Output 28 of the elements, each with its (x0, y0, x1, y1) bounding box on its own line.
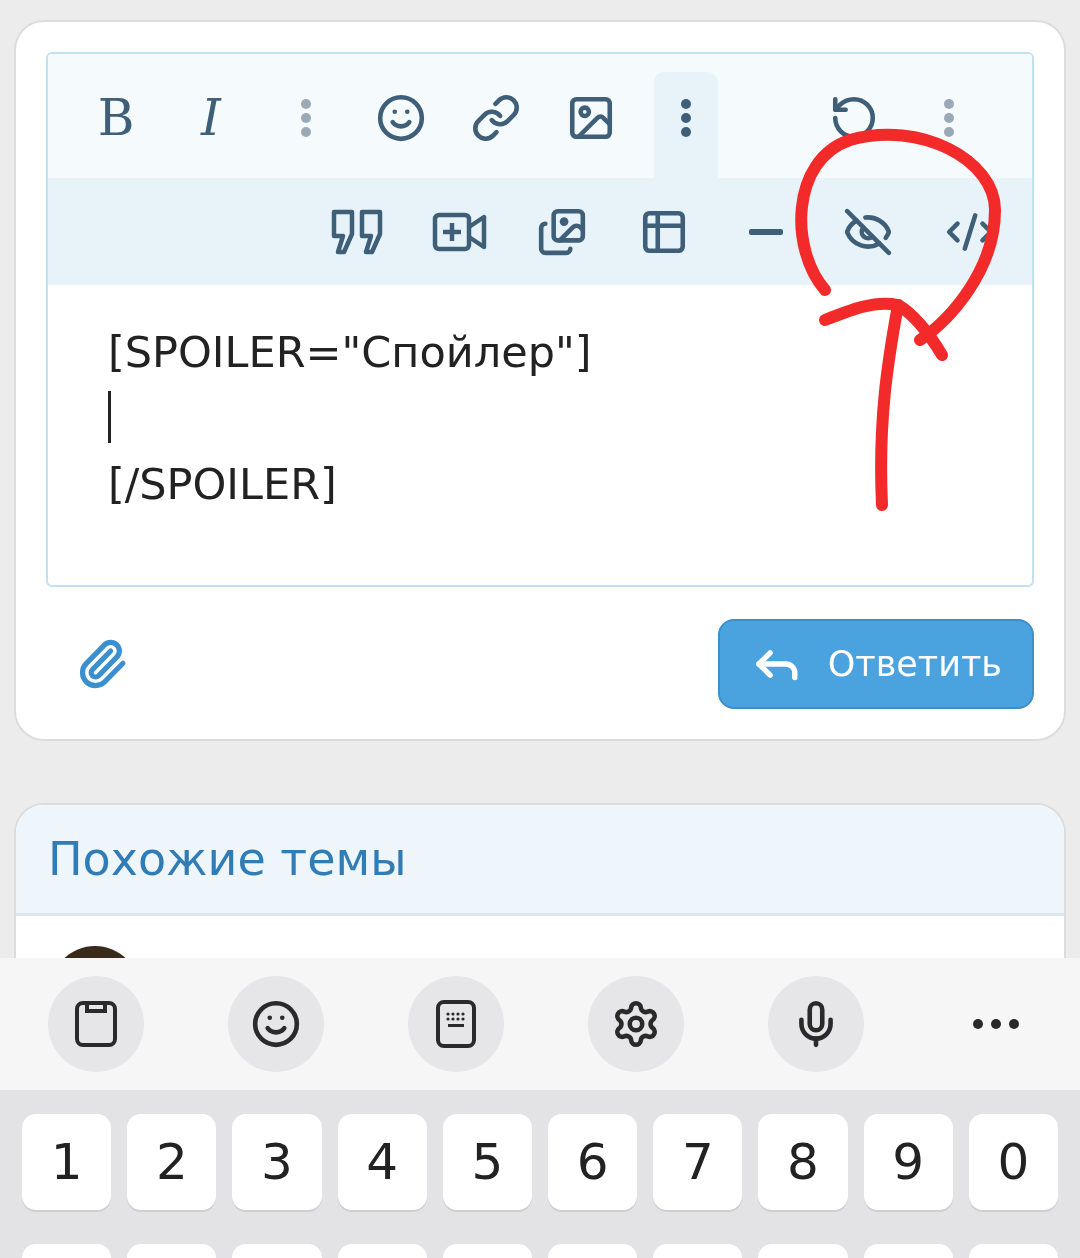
keyboard-key[interactable]: 0 (968, 1114, 1059, 1210)
keyboard-key[interactable]: 9 (863, 1114, 953, 1210)
gallery-icon (537, 206, 587, 257)
editor-text-line: [/SPOILER] (108, 458, 338, 511)
italic-button[interactable]: I (179, 72, 243, 178)
editor-text-line: [SPOILER="Спойлер"] (108, 326, 593, 379)
more-icon (680, 98, 692, 138)
section-title: Похожие темы (48, 832, 407, 886)
bold-button[interactable]: B (84, 72, 148, 178)
more-icon (973, 1019, 1019, 1029)
keyboard-key[interactable]: 4 (337, 1114, 427, 1210)
message-editor[interactable]: B I [SPOILER="Спойлер"] [/SPOILER] (46, 52, 1034, 587)
more-icon (300, 98, 312, 138)
keyboard-key[interactable]: 5 (442, 1114, 532, 1210)
video-add-icon (432, 211, 488, 252)
smiley-icon (376, 93, 426, 143)
keyboard-key[interactable]: 7 (653, 1114, 743, 1210)
keyboard-key[interactable]: 3 (232, 1114, 322, 1210)
keyboard-key[interactable]: 8 (758, 1114, 848, 1210)
toolbar-button[interactable] (654, 72, 718, 178)
text-cursor (108, 391, 111, 443)
hidden-eye-icon (843, 206, 893, 257)
smiley-icon (251, 999, 301, 1049)
keyboard-key[interactable]: 1 (22, 1114, 112, 1210)
more-icon (943, 98, 955, 138)
link-icon (471, 93, 521, 143)
keyboard-key[interactable]: 2 (127, 1114, 217, 1210)
keyboard-key[interactable]: 6 (548, 1114, 638, 1210)
